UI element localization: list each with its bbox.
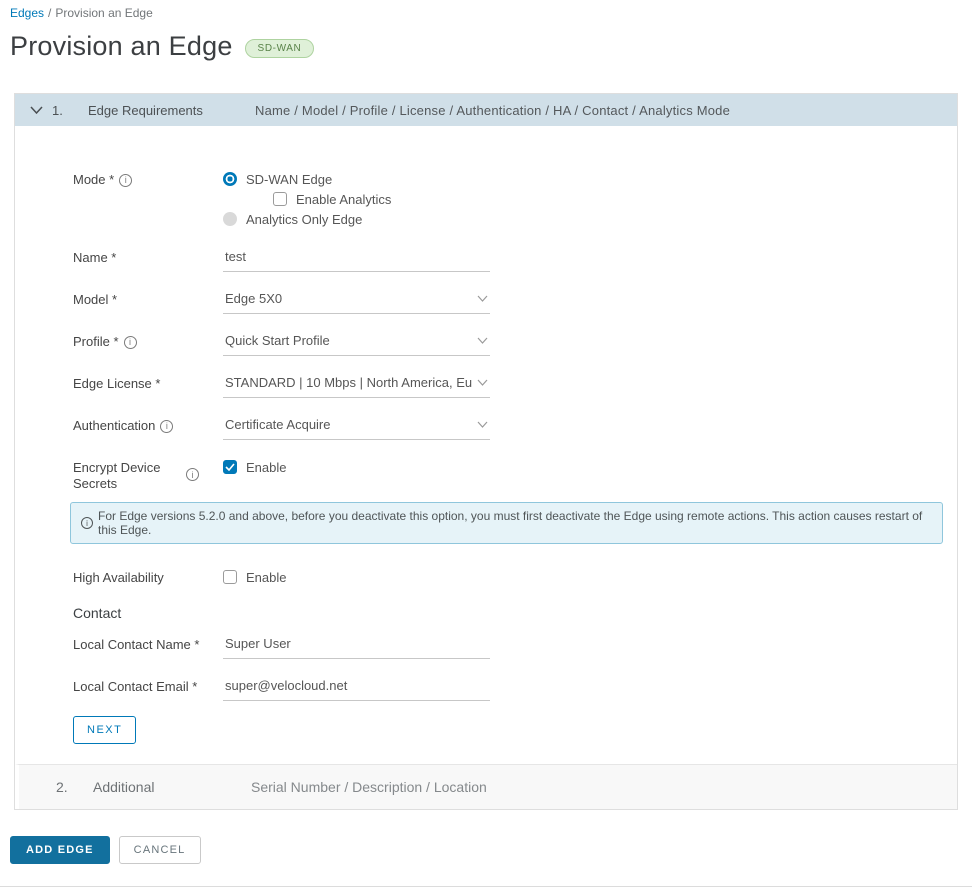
page-title: Provision an Edge (10, 31, 233, 61)
model-select[interactable]: Edge 5X0 (223, 289, 490, 314)
section1-number: 1. (52, 102, 63, 118)
radio-disabled-icon[interactable] (223, 212, 237, 226)
edge-license-select[interactable]: STANDARD | 10 Mbps | North America, Euro… (223, 373, 490, 398)
authentication-label-wrap: Authentication (73, 415, 223, 434)
local-contact-email-input[interactable] (223, 676, 490, 701)
section2-subtitle: Serial Number / Description / Location (251, 779, 487, 795)
authentication-value: Certificate Acquire (225, 417, 331, 432)
edge-license-value: STANDARD | 10 Mbps | North America, Euro… (225, 375, 473, 390)
add-edge-button[interactable]: ADD EDGE (10, 836, 110, 864)
high-availability-label: High Availability (73, 570, 164, 585)
chevron-down-icon[interactable] (30, 106, 44, 114)
edge-license-label: Edge License * (73, 376, 161, 391)
profile-row: Profile * Quick Start Profile (15, 331, 957, 356)
edge-license-row: Edge License * STANDARD | 10 Mbps | Nort… (15, 373, 957, 398)
encrypt-label-wrap: Encrypt Device Secrets (73, 457, 223, 492)
info-icon[interactable] (123, 335, 137, 349)
info-icon (81, 517, 93, 529)
breadcrumb-separator: / (48, 6, 52, 20)
ha-enable-label: Enable (246, 569, 287, 585)
local-contact-email-label: Local Contact Email * (73, 679, 198, 694)
profile-label: Profile * (73, 334, 119, 349)
mode-options: SD-WAN Edge Enable Analytics Analytics O… (223, 169, 391, 229)
checkbox-unchecked-icon[interactable] (223, 570, 237, 584)
checkbox-unchecked-icon[interactable] (273, 192, 287, 206)
section1-header[interactable]: 1. Edge Requirements Name / Model / Prof… (15, 94, 957, 126)
mode-label: Mode * (73, 172, 115, 187)
checkbox-encrypt-enable[interactable]: Enable (223, 457, 286, 477)
footer-actions: ADD EDGE CANCEL (10, 836, 972, 864)
encrypt-device-secrets-label: Encrypt Device Secrets (73, 460, 161, 491)
provision-accordion: 1. Edge Requirements Name / Model / Prof… (14, 93, 958, 810)
sdwan-badge: SD-WAN (244, 39, 315, 58)
name-label: Name * (73, 250, 117, 265)
profile-label-wrap: Profile * (73, 331, 223, 350)
chevron-down-icon (477, 421, 488, 428)
model-value: Edge 5X0 (225, 291, 283, 306)
profile-select[interactable]: Quick Start Profile (223, 331, 490, 356)
radio-checked-icon[interactable] (223, 172, 237, 186)
mode-label-wrap: Mode * (73, 169, 223, 188)
high-availability-row: High Availability Enable (15, 567, 957, 587)
section2-header[interactable]: 2. Additional Serial Number / Descriptio… (15, 764, 957, 809)
local-contact-name-label: Local Contact Name * (73, 637, 200, 652)
encrypt-enable-label: Enable (246, 459, 287, 475)
section1-title: Edge Requirements (88, 102, 203, 118)
model-label: Model * (73, 292, 118, 307)
checkbox-enable-analytics[interactable]: Enable Analytics (273, 189, 391, 209)
section2-number: 2. (56, 779, 68, 795)
info-icon[interactable] (119, 173, 133, 187)
chevron-down-icon (477, 295, 488, 302)
info-icon[interactable] (160, 419, 174, 433)
section1-subtitle: Name / Model / Profile / License / Authe… (255, 102, 731, 118)
local-contact-name-row: Local Contact Name * (15, 634, 957, 659)
authentication-label: Authentication (73, 418, 156, 433)
authentication-select[interactable]: Certificate Acquire (223, 415, 490, 440)
section2-title: Additional (93, 779, 155, 795)
page-header: Provision an Edge SD-WAN (10, 30, 972, 63)
info-icon[interactable] (186, 468, 199, 481)
radio-sdwan-edge-label: SD-WAN Edge (246, 171, 333, 187)
radio-analytics-only-label: Analytics Only Edge (246, 211, 363, 227)
cancel-button[interactable]: CANCEL (118, 836, 201, 864)
name-row: Name * (15, 247, 957, 272)
authentication-row: Authentication Certificate Acquire (15, 415, 957, 440)
radio-sdwan-edge[interactable]: SD-WAN Edge (223, 169, 391, 189)
encrypt-device-secrets-row: Encrypt Device Secrets Enable (15, 457, 957, 492)
contact-heading: Contact (73, 605, 122, 621)
breadcrumb-link-edges[interactable]: Edges (10, 6, 44, 20)
local-contact-email-row: Local Contact Email * (15, 676, 957, 701)
checkbox-checked-icon[interactable] (223, 460, 237, 474)
next-button[interactable]: NEXT (73, 716, 137, 744)
chevron-down-icon (477, 379, 488, 386)
profile-value: Quick Start Profile (225, 333, 330, 348)
section1-body: Mode * SD-WAN Edge Enable Analytics Anal… (15, 126, 957, 764)
breadcrumb: Edges / Provision an Edge (0, 0, 972, 20)
model-row: Model * Edge 5X0 (15, 289, 957, 314)
breadcrumb-current: Provision an Edge (55, 6, 153, 20)
info-banner-text: For Edge versions 5.2.0 and above, befor… (98, 509, 923, 537)
name-input[interactable] (223, 247, 490, 272)
chevron-down-icon (477, 337, 488, 344)
checkbox-ha-enable[interactable]: Enable (223, 567, 286, 587)
local-contact-name-input[interactable] (223, 634, 490, 659)
radio-analytics-only-edge[interactable]: Analytics Only Edge (223, 209, 391, 229)
mode-row: Mode * SD-WAN Edge Enable Analytics Anal… (15, 169, 957, 229)
enable-analytics-label: Enable Analytics (296, 191, 392, 207)
info-banner: For Edge versions 5.2.0 and above, befor… (70, 502, 943, 544)
